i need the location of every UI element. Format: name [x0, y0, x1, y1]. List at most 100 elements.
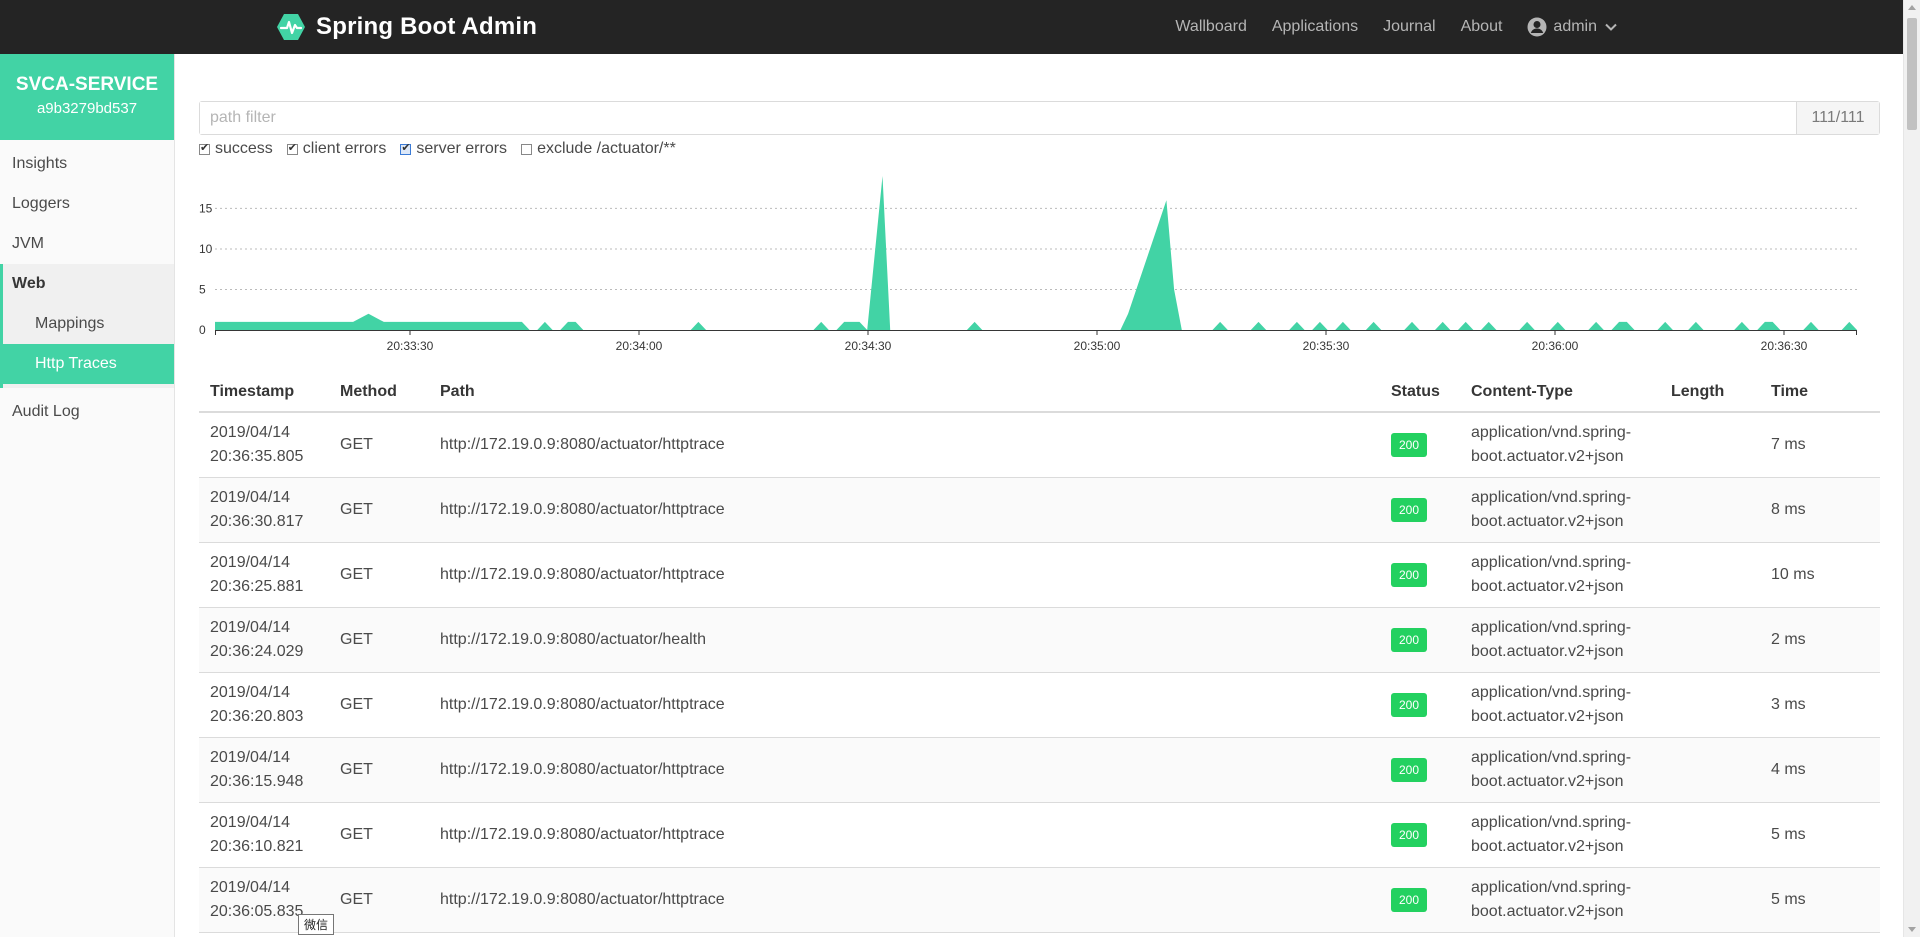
row-duration: 3 ms — [1760, 672, 1880, 738]
table-row[interactable]: 2019/04/14 20:36:30.817 GET http://172.19.0… — [199, 477, 1880, 543]
row-length — [1660, 672, 1760, 738]
row-method: GET — [329, 412, 429, 478]
http-trace-chart[interactable]: 0 5 10 15 20:33:30 20:34:00 20:34:30 20:35:00 20… — [199, 172, 1880, 372]
row-length — [1660, 542, 1760, 608]
trace-count: 111/111 — [1796, 102, 1879, 134]
table-row[interactable]: 2019/04/14 20:36:20.803 GET http://172.19.0… — [199, 672, 1880, 738]
filter-client-errors[interactable]: client errors — [286, 140, 386, 158]
row-content-type: application/vnd.spring-boot.actuator.v2+… — [1460, 802, 1660, 868]
row-ct-line1: application/vnd.spring- — [1471, 683, 1632, 701]
row-method: GET — [329, 607, 429, 673]
col-status: Status — [1380, 372, 1460, 413]
row-method: GET — [329, 477, 429, 543]
filter-exclude-actuator[interactable]: exclude /actuator/** — [521, 140, 676, 158]
row-method: GET — [329, 737, 429, 803]
row-ct-line2: boot.actuator.v2+json — [1471, 447, 1624, 465]
row-time: 20:36:10.821 — [210, 837, 304, 855]
y-tick-label: 5 — [199, 282, 206, 296]
status-badge: 200 — [1391, 497, 1428, 522]
row-status: 200 — [1380, 412, 1460, 478]
row-method: GET — [329, 867, 429, 933]
row-ct-line2: boot.actuator.v2+json — [1471, 642, 1624, 660]
row-content-type: application/vnd.spring-boot.actuator.v2+… — [1460, 542, 1660, 608]
sidebar-item-jvm[interactable]: JVM — [0, 224, 174, 264]
tooltip: 微信 — [298, 914, 335, 935]
sidebar-item-audit-log[interactable]: Audit Log — [0, 392, 174, 432]
scrollbar-thumb[interactable] — [1907, 18, 1917, 130]
exclude-actuator-checkbox[interactable] — [521, 143, 533, 155]
row-ct-line2: boot.actuator.v2+json — [1471, 577, 1624, 595]
row-date: 2019/04/14 — [210, 878, 291, 896]
scroll-up-arrow-icon[interactable] — [1908, 5, 1916, 10]
row-status: 200 — [1380, 802, 1460, 868]
row-ct-line1: application/vnd.spring- — [1471, 488, 1632, 506]
row-duration: 2 ms — [1760, 607, 1880, 673]
row-duration: 4 ms — [1760, 737, 1880, 803]
status-badge: 200 — [1391, 432, 1428, 457]
sidebar-item-web[interactable]: Web — [0, 264, 174, 304]
row-content-type: application/vnd.spring-boot.actuator.v2+… — [1460, 607, 1660, 673]
row-content-type: application/vnd.spring-boot.actuator.v2+… — [1460, 672, 1660, 738]
row-date: 2019/04/14 — [210, 748, 291, 766]
nav-wallboard[interactable]: Wallboard — [1175, 18, 1246, 36]
status-badge: 200 — [1391, 627, 1428, 652]
col-timestamp: Timestamp — [199, 372, 329, 413]
row-date: 2019/04/14 — [210, 813, 291, 831]
page-scrollbar[interactable] — [1903, 0, 1920, 937]
row-path: http://172.19.0.9:8080/actuator/httptrac… — [429, 802, 1380, 868]
row-path: http://172.19.0.9:8080/actuator/health — [429, 607, 1380, 673]
row-ct-line1: application/vnd.spring- — [1471, 618, 1632, 636]
http-traces-table: Timestamp Method Path Status Content-Typ… — [199, 372, 1880, 933]
row-ct-line1: application/vnd.spring- — [1471, 748, 1632, 766]
filter-server-errors[interactable]: server errors — [400, 140, 507, 158]
row-timestamp: 2019/04/14 20:36:25.881 — [199, 542, 329, 608]
row-timestamp: 2019/04/14 20:36:20.803 — [199, 672, 329, 738]
row-timestamp: 2019/04/14 20:36:30.817 — [199, 477, 329, 543]
x-tick-label: 20:36:00 — [1532, 339, 1579, 353]
row-content-type: application/vnd.spring-boot.actuator.v2+… — [1460, 412, 1660, 478]
sidebar-item-mappings[interactable]: Mappings — [0, 304, 174, 344]
row-ct-line2: boot.actuator.v2+json — [1471, 902, 1624, 920]
filter-success[interactable]: success — [199, 140, 273, 158]
table-row[interactable]: 2019/04/14 20:36:15.948 GET http://172.19.0… — [199, 737, 1880, 803]
row-ct-line1: application/vnd.spring- — [1471, 813, 1632, 831]
y-tick-label: 0 — [199, 323, 206, 337]
nav-journal[interactable]: Journal — [1383, 18, 1435, 36]
row-method: GET — [329, 542, 429, 608]
nav-about[interactable]: About — [1461, 18, 1503, 36]
row-time: 20:36:15.948 — [210, 772, 304, 790]
brand[interactable]: Spring Boot Admin — [276, 0, 537, 54]
row-length — [1660, 737, 1760, 803]
sidebar-item-insights[interactable]: Insights — [0, 144, 174, 184]
row-path: http://172.19.0.9:8080/actuator/httptrac… — [429, 867, 1380, 933]
table-row[interactable]: 2019/04/14 20:36:10.821 GET http://172.19.0… — [199, 802, 1880, 868]
row-path: http://172.19.0.9:8080/actuator/httptrac… — [429, 412, 1380, 478]
table-row[interactable]: 2019/04/14 20:36:24.029 GET http://172.19.0… — [199, 607, 1880, 673]
user-menu[interactable]: admin — [1527, 17, 1623, 37]
server-errors-checkbox[interactable] — [400, 141, 412, 155]
table-row[interactable]: 2019/04/14 20:36:35.805 GET http://172.19.0… — [199, 412, 1880, 478]
sidebar-item-loggers[interactable]: Loggers — [0, 184, 174, 224]
row-timestamp: 2019/04/14 20:36:35.805 — [199, 412, 329, 478]
success-checkbox[interactable] — [199, 141, 210, 155]
row-time: 20:36:35.805 — [210, 447, 304, 465]
table-row[interactable]: 2019/04/14 20:36:05.835 GET http://172.19.0… — [199, 867, 1880, 933]
row-path: http://172.19.0.9:8080/actuator/httptrac… — [429, 672, 1380, 738]
col-method: Method — [329, 372, 429, 413]
col-time: Time — [1760, 372, 1880, 413]
row-duration: 7 ms — [1760, 412, 1880, 478]
trace-filters: success client errors server errors excl… — [199, 140, 690, 158]
row-duration: 5 ms — [1760, 802, 1880, 868]
sidebar-item-http-traces[interactable]: Http Traces — [0, 344, 174, 384]
client-errors-checkbox[interactable] — [286, 141, 298, 155]
row-timestamp: 2019/04/14 20:36:15.948 — [199, 737, 329, 803]
x-tick-label: 20:34:30 — [845, 339, 892, 353]
row-ct-line2: boot.actuator.v2+json — [1471, 707, 1624, 725]
nav-applications[interactable]: Applications — [1272, 18, 1358, 36]
path-filter-input[interactable] — [200, 102, 1796, 134]
row-timestamp: 2019/04/14 20:36:10.821 — [199, 802, 329, 868]
row-ct-line1: application/vnd.spring- — [1471, 553, 1632, 571]
scroll-down-arrow-icon[interactable] — [1908, 927, 1916, 932]
table-row[interactable]: 2019/04/14 20:36:25.881 GET http://172.19.0… — [199, 542, 1880, 608]
row-status: 200 — [1380, 672, 1460, 738]
